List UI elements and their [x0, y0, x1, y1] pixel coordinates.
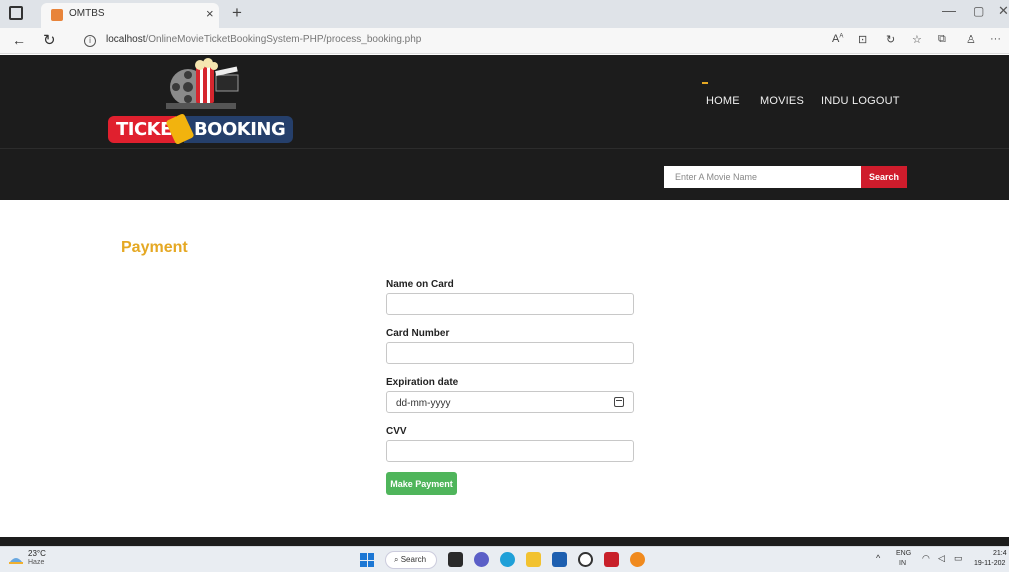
name-on-card-input[interactable] [386, 293, 634, 315]
card-number-label: Card Number [386, 328, 450, 339]
url-host: localhost [106, 34, 146, 45]
favicon-icon [51, 9, 63, 21]
store-icon[interactable] [552, 552, 567, 567]
nav-movies-link[interactable]: MOVIES [760, 95, 804, 107]
window-close-icon[interactable]: ✕ [998, 3, 1009, 19]
browser-tab-bar: OMTBS × + — ▢ ✕ [0, 0, 1009, 28]
taskbar-search-label: Search [400, 555, 427, 564]
favorites-icon[interactable]: ☆ [912, 33, 922, 46]
site-header: TICKE BOOKING HOME MOVIES INDU LOGOUT [0, 55, 1009, 148]
weather-description: Haze [28, 559, 45, 566]
clock-date[interactable]: 19-11-202 [974, 560, 1005, 567]
read-aloud-icon[interactable]: AA [832, 33, 843, 45]
site-logo[interactable]: TICKE BOOKING [108, 55, 298, 146]
taskbar-search[interactable]: ⌕ Search [385, 551, 437, 569]
film-reel-popcorn-icon [166, 58, 239, 109]
site-footer [0, 537, 1009, 546]
file-explorer-icon[interactable] [526, 552, 541, 567]
mcafee-icon[interactable] [604, 552, 619, 567]
search-icon: ⌕ [394, 555, 399, 564]
active-nav-indicator [702, 82, 708, 84]
calendar-icon[interactable] [614, 397, 624, 407]
tab-actions-icon[interactable] [9, 6, 23, 20]
browser-tab[interactable]: OMTBS × [41, 3, 219, 28]
new-tab-button[interactable]: + [232, 3, 242, 23]
profile-icon[interactable]: ♙ [966, 33, 976, 46]
app-available-icon[interactable]: ⊡ [858, 33, 867, 46]
minimize-icon[interactable]: — [942, 2, 956, 18]
chrome-icon[interactable] [630, 552, 645, 567]
url-field[interactable]: localhost/OnlineMovieTicketBookingSystem… [106, 34, 421, 45]
browser-address-bar: ← ↻ i localhost/OnlineMovieTicketBooking… [0, 28, 1009, 54]
wifi-icon[interactable]: ◠ [922, 553, 930, 564]
card-number-input[interactable] [386, 342, 634, 364]
logo-text-right: BOOKING [183, 115, 294, 143]
site-info-icon[interactable]: i [84, 35, 96, 47]
maximize-icon[interactable]: ▢ [973, 4, 984, 18]
back-arrow-icon[interactable]: ← [12, 32, 26, 48]
show-hidden-icons-icon[interactable]: ^ [876, 553, 880, 563]
expiration-date-value: dd-mm-yyyy [396, 398, 451, 409]
logo-text-left: TICKE [108, 115, 176, 143]
refresh-page-icon[interactable]: ↻ [886, 33, 895, 46]
cvv-label: CVV [386, 426, 407, 437]
expiration-date-label: Expiration date [386, 377, 459, 388]
dell-icon[interactable] [578, 552, 593, 567]
nav-home-link[interactable]: HOME [706, 95, 740, 107]
collections-icon[interactable]: ⧉ [938, 33, 946, 46]
tab-title: OMTBS [69, 8, 105, 19]
weather-temperature: 23°C [28, 549, 46, 558]
windows-start-icon[interactable] [360, 553, 374, 567]
language-code[interactable]: ENG [896, 550, 911, 557]
search-button[interactable]: Search [861, 166, 907, 188]
logo-wordmark: TICKE BOOKING [108, 112, 294, 146]
name-on-card-label: Name on Card [386, 279, 454, 290]
task-view-icon[interactable] [448, 552, 463, 567]
clock-time[interactable]: 21:4 [993, 550, 1007, 557]
nav-user-link[interactable]: INDU [821, 95, 849, 107]
nav-logout-link[interactable]: LOGOUT [852, 95, 900, 107]
tab-close-icon[interactable]: × [206, 6, 214, 21]
teams-chat-icon[interactable] [474, 552, 489, 567]
weather-haze-icon[interactable] [8, 552, 24, 566]
volume-icon[interactable]: ◁ [938, 553, 945, 564]
taskbar: 23°C Haze ⌕ Search ^ ENG IN ◠ ◁ ▭ 21:4 1… [0, 546, 1009, 572]
language-region: IN [899, 560, 906, 567]
more-options-icon[interactable]: ··· [990, 33, 1001, 45]
battery-icon[interactable]: ▭ [954, 553, 963, 564]
make-payment-button[interactable]: Make Payment [386, 472, 457, 495]
cvv-input[interactable] [386, 440, 634, 462]
page-title: Payment [121, 239, 188, 256]
edge-browser-icon[interactable] [500, 552, 515, 567]
search-bar: Search [0, 148, 1009, 200]
url-path: /OnlineMovieTicketBookingSystem-PHP/proc… [145, 34, 422, 45]
movie-search-input[interactable] [664, 166, 861, 188]
reload-icon[interactable]: ↻ [43, 31, 56, 49]
